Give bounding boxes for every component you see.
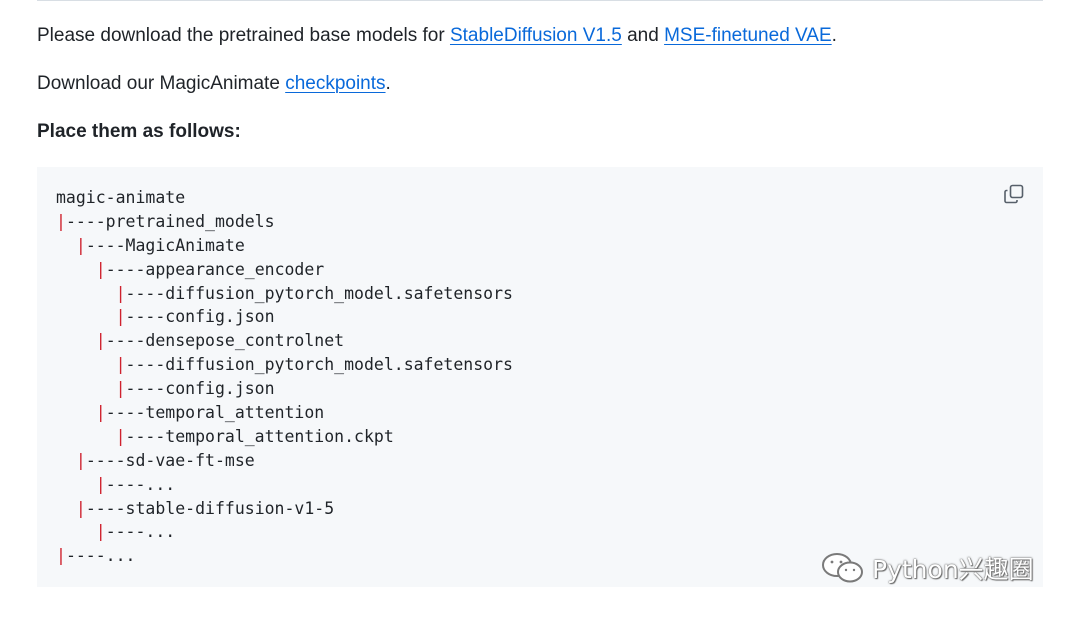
tree-pipe: | [95,259,106,279]
tree-pipe: | [95,403,106,423]
intro-paragraph: Please download the pretrained base mode… [37,24,837,48]
code-text: ----temporal_attention [105,403,325,423]
download-paragraph: Download our MagicAnimate checkpoints. [37,72,391,96]
code-text: ----... [65,546,136,566]
code-line: |----MagicAnimate [56,234,513,258]
code-line: |----... [56,544,513,568]
code-text: ----appearance_encoder [105,259,325,279]
stable-diffusion-link[interactable]: StableDiffusion V1.5 [450,25,622,46]
tree-pipe: | [95,474,106,494]
tree-pipe: | [75,450,86,470]
code-line: |----diffusion_pytorch_model.safetensors [56,353,513,377]
code-text: ----densepose_controlnet [105,331,345,351]
code-text: ----... [105,522,176,542]
code-text: ----config.json [125,379,275,399]
code-line: |----sd-vae-ft-mse [56,449,513,473]
code-text: ----pretrained_models [65,211,275,231]
checkpoints-link[interactable]: checkpoints [285,73,385,94]
tree-pipe: | [75,498,86,518]
tree-pipe: | [95,522,106,542]
code-text: ----sd-vae-ft-mse [85,450,255,470]
download-text-before: Download our MagicAnimate [37,73,286,94]
code-text: magic-animate [56,188,186,207]
code-line: |----diffusion_pytorch_model.safetensors [56,282,513,306]
code-line: |----... [56,473,513,497]
section-heading: Place them as follows: [37,121,241,142]
code-block[interactable]: magic-animate |----pretrained_models |---… [37,167,1043,587]
code-line: |----stable-diffusion-v1-5 [56,497,513,521]
watermark-text: Python兴趣圈 [872,555,1034,584]
code-text: ----diffusion_pytorch_model.safetensors [125,355,513,375]
top-divider [37,0,1043,1]
wechat-icon [822,553,863,583]
code-text: ----... [105,474,176,494]
copy-button[interactable] [1002,182,1026,206]
code-line: |----config.json [56,377,513,401]
intro-text-before: Please download the pretrained base mode… [37,25,450,46]
tree-pipe: | [56,211,66,231]
download-text-after: . [385,73,391,94]
code-text: ----MagicAnimate [85,235,245,255]
tree-pipe: | [115,283,126,303]
intro-text-after: . [831,25,837,46]
tree-pipe: | [115,426,126,446]
intro-text-middle: and [621,25,665,46]
watermark: Python兴趣圈 [820,548,1034,588]
copy-icon [1004,184,1024,204]
tree-pipe: | [56,546,66,566]
code-line: |----temporal_attention.ckpt [56,425,513,449]
code-text: ----stable-diffusion-v1-5 [85,498,335,518]
code-line: |----appearance_encoder [56,258,513,282]
code-line: magic-animate [56,186,513,210]
tree-pipe: | [115,355,126,375]
code-line: |----densepose_controlnet [56,329,513,353]
code-text: ----diffusion_pytorch_model.safetensors [125,283,513,303]
code-line: |----... [56,520,513,544]
code-text: ----temporal_attention.ckpt [125,426,394,446]
tree-pipe: | [95,331,106,351]
code-line: |----pretrained_models [56,210,513,234]
code-line: |----temporal_attention [56,401,513,425]
code-text: ----config.json [125,307,275,327]
code-content[interactable]: magic-animate |----pretrained_models |---… [56,186,513,568]
tree-pipe: | [75,235,86,255]
tree-pipe: | [115,379,126,399]
tree-pipe: | [115,307,126,327]
code-line: |----config.json [56,305,513,329]
mse-vae-link[interactable]: MSE-finetuned VAE [664,25,832,46]
